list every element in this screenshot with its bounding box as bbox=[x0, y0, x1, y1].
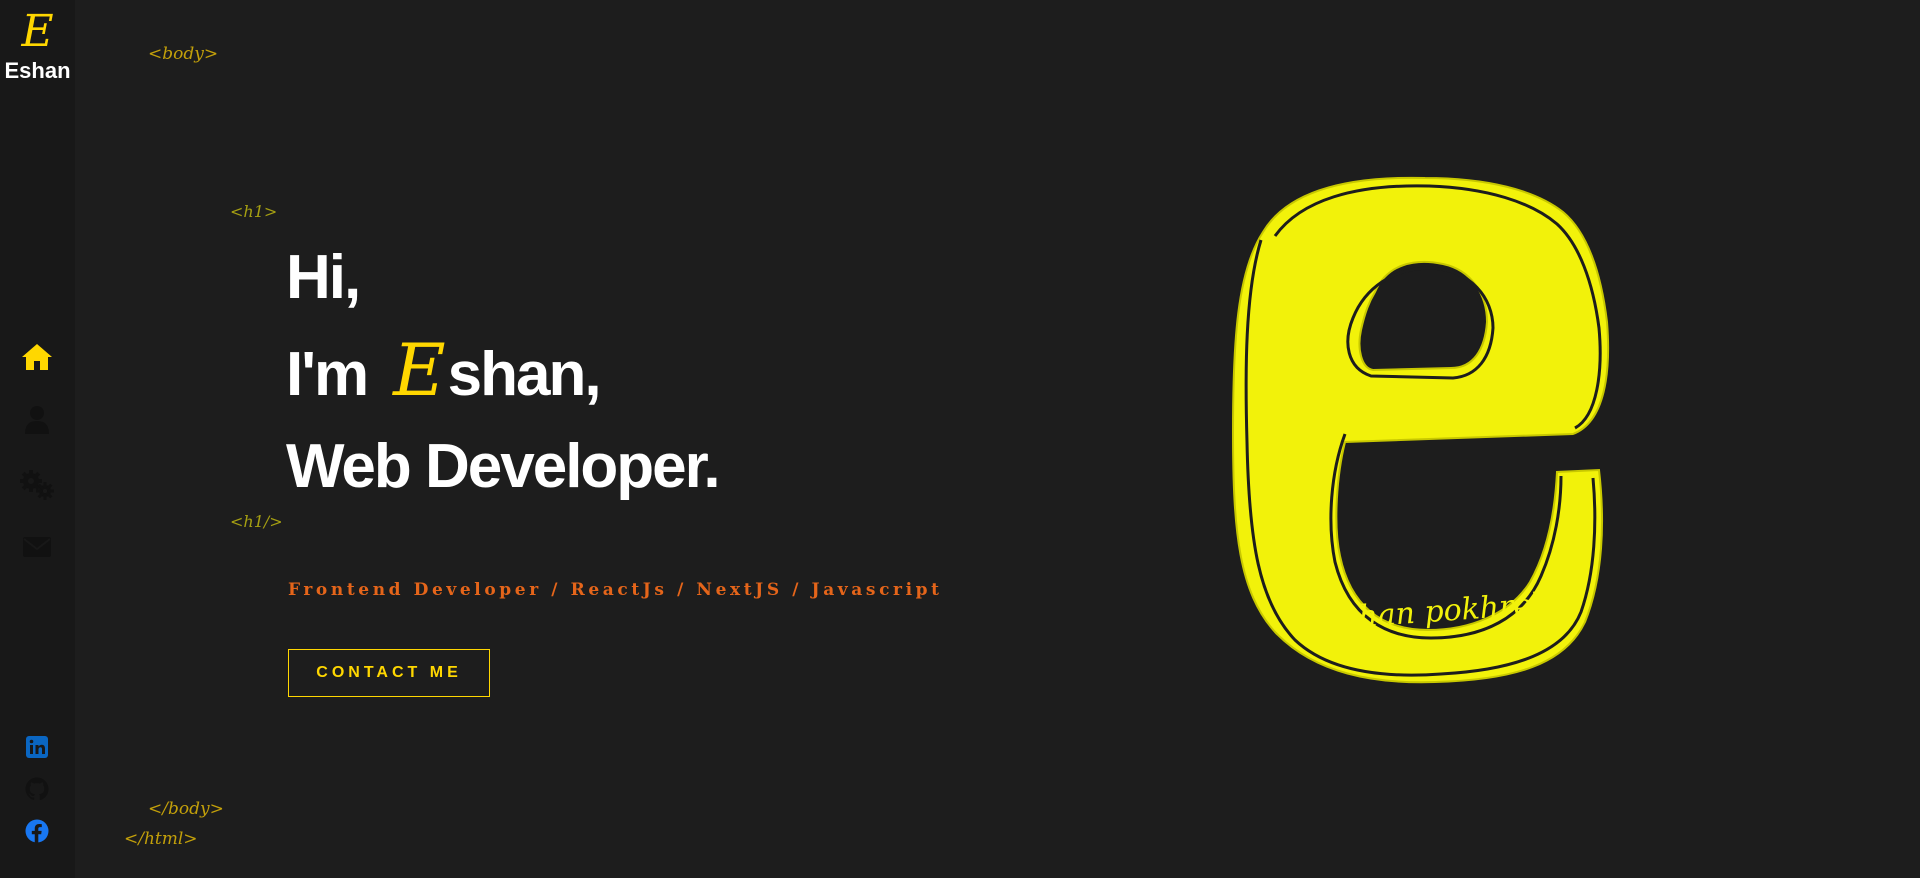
user-icon bbox=[25, 406, 49, 434]
e-logo-graphic: shan pokhrel bbox=[1231, 176, 1610, 684]
hero-line-hi: Hi, bbox=[286, 243, 361, 312]
sidebar: E Eshan bbox=[0, 0, 75, 878]
github-link[interactable] bbox=[25, 777, 49, 801]
gears-icon bbox=[20, 470, 54, 500]
hero-logo-letter: E bbox=[393, 328, 446, 412]
facebook-icon bbox=[25, 819, 49, 843]
hero-line-name: I'm Eshan, bbox=[286, 324, 719, 421]
facebook-link[interactable] bbox=[25, 819, 49, 843]
nav-home[interactable] bbox=[18, 338, 56, 376]
site-logo[interactable]: E Eshan bbox=[0, 10, 75, 84]
nav-contact[interactable] bbox=[18, 528, 56, 566]
linkedin-icon bbox=[26, 736, 48, 758]
logo-name: Eshan bbox=[4, 58, 71, 83]
github-icon bbox=[25, 777, 49, 801]
hero-im: I'm bbox=[286, 340, 369, 409]
hero-heading: Hi, I'm Eshan, Web Developer. bbox=[286, 232, 721, 513]
logo-letter: E bbox=[21, 6, 54, 57]
contact-me-button[interactable]: CONTACT ME bbox=[288, 649, 490, 697]
envelope-icon bbox=[23, 537, 51, 557]
home-icon bbox=[22, 344, 52, 370]
body-open-tag: <body> bbox=[148, 44, 219, 64]
html-close-tag: </html> bbox=[124, 829, 198, 849]
linkedin-link[interactable] bbox=[25, 735, 49, 759]
h1-close-tag: <h1/> bbox=[230, 512, 283, 531]
nav-about[interactable] bbox=[18, 401, 56, 439]
nav-skills[interactable] bbox=[18, 466, 56, 504]
h1-open-tag: <h1> bbox=[230, 202, 278, 221]
hero-line-role: Web Developer. bbox=[286, 432, 721, 501]
hero-subtitle: Frontend Developer / ReactJs / NextJS / … bbox=[288, 580, 943, 600]
body-close-tag: </body> bbox=[148, 799, 224, 819]
hero-name-rest: shan, bbox=[447, 340, 602, 409]
